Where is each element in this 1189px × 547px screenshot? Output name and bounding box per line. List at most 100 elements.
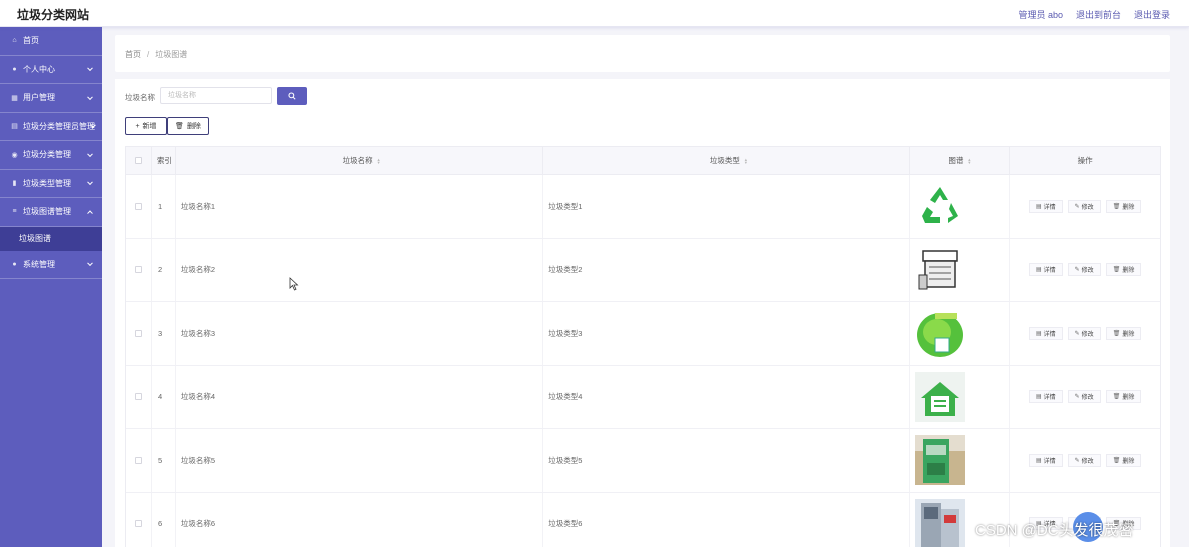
data-table: 索引 垃圾名称 ▲ ▼ 垃圾类型 ▲ ▼ 图谱 ▲ ▼ 操作 1 垃圾名称1 垃圾类型1 bbox=[125, 146, 1161, 547]
green-bin-image[interactable] bbox=[915, 435, 966, 486]
edit-icon: ✎ bbox=[1074, 394, 1080, 401]
sidebar-item-home[interactable]: ⌂ 首页 bbox=[0, 27, 102, 56]
delete-button[interactable]: 🗑 删除 bbox=[1105, 263, 1142, 277]
delete-button[interactable]: 🗑 删除 bbox=[1105, 453, 1142, 467]
breadcrumb-current: 垃圾图谱 bbox=[155, 50, 188, 59]
edit-label: 修改 bbox=[1081, 458, 1094, 465]
table-row: 5 垃圾名称5 垃圾类型5 ▤ 详情 ✎ 修改 🗑 删除 bbox=[126, 429, 1160, 493]
sort-icon: ▲ ▼ bbox=[743, 156, 748, 165]
row-checkbox[interactable] bbox=[134, 329, 142, 337]
sidebar-item-types[interactable]: ▮ 垃圾类型管理 bbox=[0, 170, 102, 198]
edit-button[interactable]: ✎修改 bbox=[1067, 390, 1101, 404]
row-image-cell bbox=[910, 175, 1011, 238]
breadcrumb-home[interactable]: 首页 bbox=[125, 50, 141, 59]
row-name: 垃圾名称3 bbox=[176, 302, 544, 365]
batch-delete-button[interactable]: 🗑 删除 bbox=[167, 117, 209, 135]
grid-icon: ▦ bbox=[11, 94, 18, 102]
sidebar-item-label: 垃圾类型管理 bbox=[23, 178, 71, 188]
table-row: 2 垃圾名称2 垃圾类型2 ▤ 详情 ✎ 修改 🗑 删除 bbox=[126, 238, 1160, 302]
delete-label: 删除 bbox=[1122, 395, 1135, 402]
row-image-cell bbox=[910, 365, 1011, 428]
detail-icon: ▤ bbox=[1035, 203, 1042, 210]
row-checkbox[interactable] bbox=[134, 456, 142, 464]
sidebar-item-users[interactable]: ▦ 用户管理 bbox=[0, 84, 102, 113]
add-button[interactable]: + 新增 bbox=[125, 117, 167, 135]
logout-link[interactable]: 退出登录 bbox=[1134, 8, 1170, 21]
delete-button[interactable]: 🗑 删除 bbox=[1105, 326, 1142, 340]
row-type: 垃圾类型5 bbox=[543, 429, 911, 492]
add-button-label: 新增 bbox=[142, 123, 157, 130]
delete-button[interactable]: 🗑 删除 bbox=[1105, 390, 1142, 404]
detail-button[interactable]: ▤ 详情 bbox=[1028, 390, 1063, 404]
search-button[interactable] bbox=[277, 87, 307, 105]
row-checkbox[interactable] bbox=[134, 393, 142, 401]
detail-icon: ▤ bbox=[1035, 330, 1042, 337]
edit-button[interactable]: ✎修改 bbox=[1067, 199, 1101, 213]
watermark: CSDN @DC头发很茂密 bbox=[975, 522, 1134, 539]
col-name[interactable]: 垃圾名称 ▲ ▼ bbox=[176, 147, 544, 174]
sort-icon: ▲ ▼ bbox=[376, 156, 381, 165]
col-image[interactable]: 图谱 ▲ ▼ bbox=[910, 147, 1011, 174]
col-type-label: 垃圾类型 bbox=[709, 156, 740, 165]
detail-label: 详情 bbox=[1043, 204, 1056, 211]
detail-label: 详情 bbox=[1043, 268, 1056, 275]
admin-user-link[interactable]: 管理员 abo bbox=[1018, 8, 1063, 21]
select-all-checkbox[interactable] bbox=[134, 157, 142, 164]
table-icon: ▤ bbox=[11, 123, 18, 131]
sidebar-item-sorting[interactable]: ◉ 垃圾分类管理 bbox=[0, 141, 102, 170]
edit-button[interactable]: ✎修改 bbox=[1067, 263, 1101, 277]
row-index: 6 bbox=[152, 492, 176, 547]
chevron-down-icon bbox=[87, 260, 93, 267]
search-input[interactable] bbox=[160, 87, 272, 104]
top-links: 管理员 abo 退出到前台 退出登录 bbox=[1018, 8, 1170, 21]
delete-button[interactable]: 🗑 删除 bbox=[1105, 199, 1142, 213]
sidebar-item-label: 首页 bbox=[23, 36, 39, 46]
search-label: 垃圾名称 bbox=[125, 93, 155, 102]
chart-icon: ▮ bbox=[12, 180, 17, 188]
user-icon: ● bbox=[12, 65, 17, 73]
row-select-cell bbox=[126, 175, 152, 238]
row-select-cell bbox=[126, 429, 152, 492]
detail-button[interactable]: ▤ 详情 bbox=[1028, 453, 1063, 467]
steel-cabinet-image[interactable] bbox=[915, 498, 966, 547]
row-image-cell bbox=[910, 238, 1011, 301]
main-content: 首页/垃圾图谱 垃圾名称 +新增 🗑删除 索引 垃圾名称▲▼ 垃圾类型▲▼ 图谱… bbox=[102, 27, 1189, 547]
sidebar-item-sort-admins[interactable]: ▤ 垃圾分类管理员管理 bbox=[0, 113, 102, 141]
row-checkbox[interactable] bbox=[134, 266, 142, 274]
edit-button[interactable]: ✎修改 bbox=[1067, 453, 1101, 467]
sidebar-item-label: 个人中心 bbox=[23, 64, 55, 74]
green-house-image[interactable] bbox=[915, 371, 966, 422]
recycle-symbol-image[interactable] bbox=[915, 181, 966, 232]
row-checkbox[interactable] bbox=[134, 202, 142, 210]
row-actions: ▤详情 ✎修改 🗑删除 bbox=[1010, 302, 1160, 365]
row-actions: ▤详情 ✎修改 🗑删除 bbox=[1010, 239, 1160, 302]
list-panel: 垃圾名称 +新增 🗑删除 索引 垃圾名称▲▼ 垃圾类型▲▼ 图谱▲▼ 操作 1 bbox=[115, 79, 1170, 547]
app-title: 垃圾分类网站 bbox=[17, 8, 90, 22]
edit-button[interactable]: ✎修改 bbox=[1067, 326, 1101, 340]
row-name: 垃圾名称6 bbox=[176, 492, 544, 547]
chevron-down-icon bbox=[87, 94, 93, 100]
green-leaf-image[interactable] bbox=[915, 308, 966, 359]
pin-icon: ◉ bbox=[11, 151, 18, 159]
detail-button[interactable]: ▤ 详情 bbox=[1028, 263, 1063, 277]
trash-icon: 🗑 bbox=[1112, 330, 1121, 337]
back-to-front-link[interactable]: 退出到前台 bbox=[1076, 8, 1121, 21]
sidebar-item-atlas[interactable]: ≡ 垃圾图谱管理 bbox=[0, 198, 102, 227]
row-actions: ▤详情 ✎修改 🗑删除 bbox=[1010, 366, 1160, 429]
sidebar-item-label: 用户管理 bbox=[23, 93, 55, 103]
sidebar-item-system[interactable]: ● 系统管理 bbox=[0, 251, 102, 279]
sidebar-subitem-atlas[interactable]: 垃圾图谱 bbox=[0, 226, 102, 251]
edit-icon: ✎ bbox=[1074, 203, 1080, 210]
row-checkbox[interactable] bbox=[134, 520, 142, 528]
row-type: 垃圾类型4 bbox=[543, 365, 911, 428]
list-icon: ≡ bbox=[12, 208, 17, 216]
sketch-bin-image[interactable] bbox=[915, 244, 966, 295]
detail-button[interactable]: ▤ 详情 bbox=[1028, 326, 1063, 340]
col-type[interactable]: 垃圾类型 ▲ ▼ bbox=[543, 147, 911, 174]
sidebar-item-profile[interactable]: ● 个人中心 bbox=[0, 56, 102, 84]
detail-label: 详情 bbox=[1043, 395, 1056, 402]
top-bar: 垃圾分类网站 管理员 abo 退出到前台 退出登录 bbox=[0, 0, 1189, 27]
row-actions: ▤详情 ✎修改 🗑删除 bbox=[1010, 175, 1160, 238]
search-icon bbox=[288, 92, 296, 100]
detail-button[interactable]: ▤ 详情 bbox=[1028, 199, 1063, 213]
